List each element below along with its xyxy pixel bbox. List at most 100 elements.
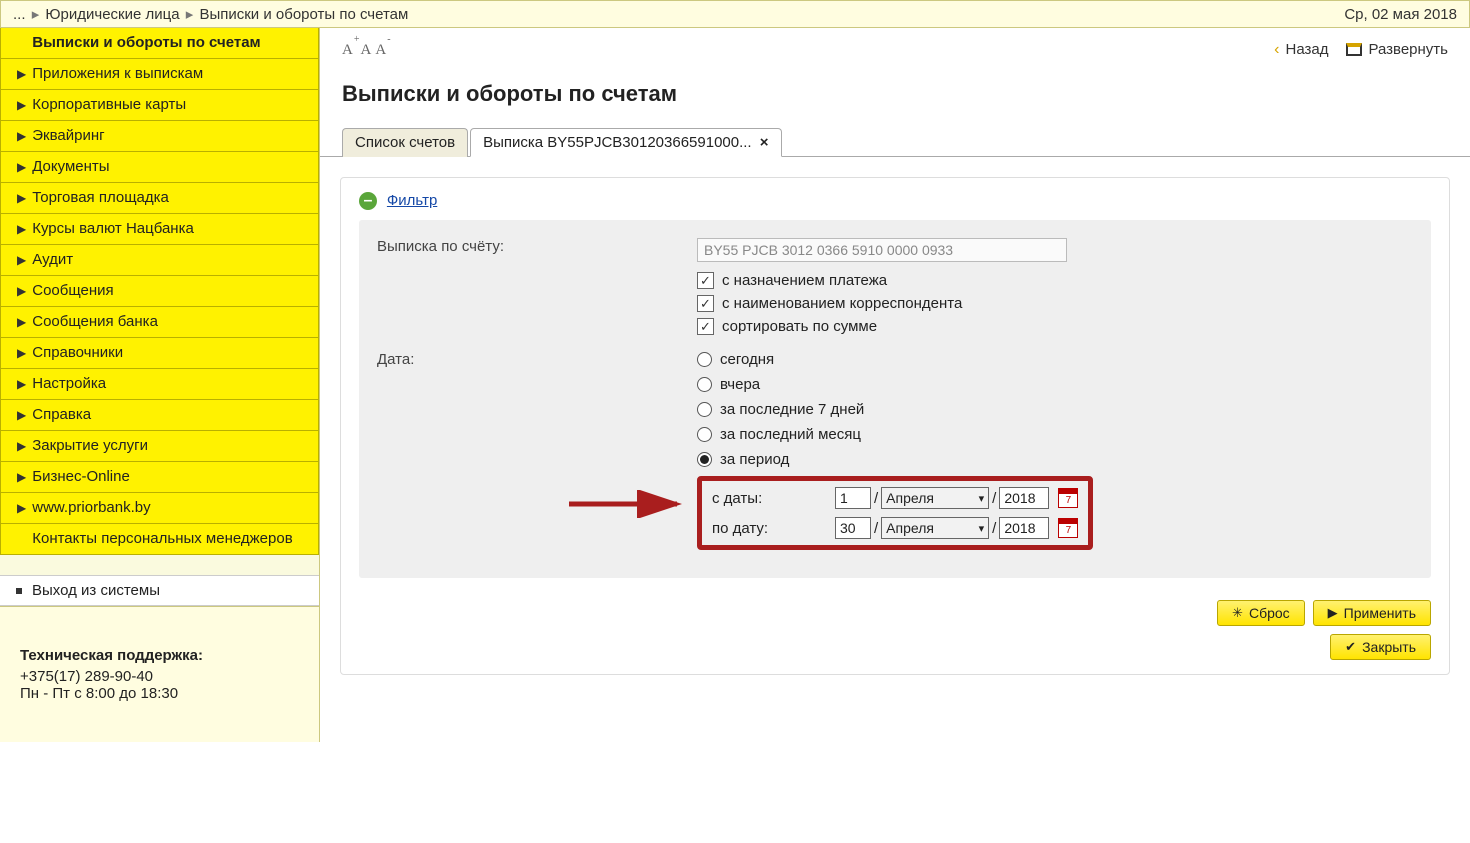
sidebar-item-label: Справка	[32, 406, 91, 423]
to-month-select[interactable]: Апреля ▾	[881, 517, 989, 539]
close-button[interactable]: ✔ Закрыть	[1330, 634, 1431, 660]
breadcrumb-path: ... ▸ Юридические лица ▸ Выписки и оборо…	[13, 5, 408, 23]
chevron-down-icon: ▾	[979, 492, 985, 505]
sidebar-logout-label: Выход из системы	[32, 582, 160, 599]
apply-button[interactable]: ▶ Применить	[1313, 600, 1431, 626]
tab-statement-detail[interactable]: Выписка BY55PJCB30120366591000... ×	[470, 128, 781, 157]
from-day-input[interactable]: 1	[835, 487, 871, 509]
date-label: Дата:	[377, 351, 697, 550]
breadcrumb-item[interactable]: Выписки и обороты по счетам	[199, 6, 408, 23]
checkbox-label: с назначением платежа	[722, 272, 887, 289]
checkbox-icon: ✓	[697, 318, 714, 335]
expand-button[interactable]: Развернуть	[1346, 41, 1448, 58]
collapse-icon[interactable]: –	[359, 192, 377, 210]
support-hours: Пн - Пт с 8:00 до 18:30	[20, 685, 299, 702]
sidebar-item-6[interactable]: ▶Курсы валют Нацбанка	[1, 214, 318, 245]
sidebar-item-1[interactable]: ▶Приложения к выпискам	[1, 59, 318, 90]
main: A+A A- ‹ Назад Развернуть Выписки и обор…	[320, 28, 1470, 742]
sidebar-item-9[interactable]: ▶Сообщения банка	[1, 307, 318, 338]
tab-accounts-list[interactable]: Список счетов	[342, 128, 468, 157]
radio-last-7-days[interactable]: за последние 7 дней	[697, 401, 1413, 418]
radio-period[interactable]: за период	[697, 451, 1413, 468]
radio-icon	[697, 352, 712, 367]
chevron-right-icon: ▶	[17, 282, 26, 300]
filter-toggle[interactable]: Фильтр	[387, 192, 437, 209]
to-month-value: Апреля	[886, 520, 934, 536]
chevron-right-icon: ▶	[17, 220, 26, 238]
sidebar-item-label: Контакты персональных менеджеров	[32, 530, 292, 547]
breadcrumb: ... ▸ Юридические лица ▸ Выписки и оборо…	[0, 0, 1470, 28]
chevron-right-icon: ▸	[186, 6, 194, 23]
from-year-input[interactable]: 2018	[999, 487, 1049, 509]
sidebar-item-label: www.priorbank.by	[32, 499, 150, 516]
sidebar-item-15[interactable]: ▶ www.priorbank.by	[1, 493, 318, 524]
to-day-input[interactable]: 30	[835, 517, 871, 539]
sidebar-item-label: Справочники	[32, 344, 123, 361]
sidebar-item-12[interactable]: ▶Справка	[1, 400, 318, 431]
sidebar-item-label: Выписки и обороты по счетам	[32, 34, 260, 51]
bullet-icon	[16, 588, 22, 594]
font-size-control[interactable]: A+A A-	[342, 40, 392, 59]
radio-icon	[697, 402, 712, 417]
sidebar-item-label: Бизнес-Online	[32, 468, 130, 485]
chevron-right-icon: ▶	[17, 65, 26, 83]
radio-icon	[697, 427, 712, 442]
chevron-right-icon: ▶	[17, 437, 26, 455]
sidebar-logout[interactable]: Выход из системы	[0, 576, 319, 605]
radio-today[interactable]: сегодня	[697, 351, 1413, 368]
chevron-right-icon: ▶	[17, 468, 26, 486]
from-month-select[interactable]: Апреля ▾	[881, 487, 989, 509]
calendar-icon[interactable]: 7	[1058, 488, 1078, 508]
breadcrumb-item[interactable]: Юридические лица	[45, 6, 179, 23]
tab-statement-label: Выписка BY55PJCB30120366591000...	[483, 134, 752, 151]
sidebar-item-2[interactable]: ▶Корпоративные карты	[1, 90, 318, 121]
to-year-input[interactable]: 2018	[999, 517, 1049, 539]
chevron-right-icon: ▶	[17, 499, 26, 517]
check-icon: ✔	[1345, 639, 1356, 655]
chevron-right-icon: ▶	[17, 158, 26, 176]
radio-icon	[697, 377, 712, 392]
sidebar-item-4[interactable]: ▶ Документы	[1, 152, 318, 183]
reset-label: Сброс	[1249, 605, 1290, 621]
sidebar-item-label: Эквайринг	[32, 127, 104, 144]
sidebar-item-label: Документы	[32, 158, 109, 175]
sidebar-item-label: Сообщения банка	[32, 313, 158, 330]
radio-label: вчера	[720, 376, 760, 393]
account-input[interactable]: BY55 PJCB 3012 0366 5910 0000 0933	[697, 238, 1067, 262]
checkbox-label: с наименованием корреспондента	[722, 295, 962, 312]
expand-label: Развернуть	[1368, 41, 1448, 58]
support-block: Техническая поддержка: +375(17) 289-90-4…	[0, 606, 319, 742]
tabs: Список счетов Выписка BY55PJCB3012036659…	[320, 127, 1470, 157]
sidebar-item-10[interactable]: ▶Справочники	[1, 338, 318, 369]
checkbox-sort-amount[interactable]: ✓ сортировать по сумме	[697, 318, 1413, 335]
sidebar-item-5[interactable]: ▶Торговая площадка	[1, 183, 318, 214]
chevron-right-icon: ▸	[32, 6, 40, 23]
radio-icon	[697, 452, 712, 467]
sidebar-item-3[interactable]: ▶Эквайринг	[1, 121, 318, 152]
from-month-value: Апреля	[886, 490, 934, 506]
play-icon: ▶	[1328, 605, 1338, 621]
sidebar-item-16[interactable]: ▶Контакты персональных менеджеров	[1, 524, 318, 554]
chevron-left-icon: ‹	[1274, 41, 1279, 59]
sidebar-item-7[interactable]: ▶Аудит	[1, 245, 318, 276]
sidebar-item-0[interactable]: ▶Выписки и обороты по счетам	[1, 28, 318, 59]
checkbox-purpose[interactable]: ✓ с назначением платежа	[697, 272, 1413, 289]
sidebar-item-11[interactable]: ▶Настройка	[1, 369, 318, 400]
sidebar-item-13[interactable]: ▶ Закрытие услуги	[1, 431, 318, 462]
sidebar-item-label: Закрытие услуги	[32, 437, 148, 454]
sidebar-item-14[interactable]: ▶ Бизнес-Online	[1, 462, 318, 493]
chevron-down-icon: ▾	[979, 522, 985, 535]
calendar-icon[interactable]: 7	[1058, 518, 1078, 538]
radio-last-month[interactable]: за последний месяц	[697, 426, 1413, 443]
close-icon[interactable]: ×	[760, 134, 769, 151]
reset-button[interactable]: ✳ Сброс	[1217, 600, 1305, 626]
sidebar-item-8[interactable]: ▶Сообщения	[1, 276, 318, 307]
radio-yesterday[interactable]: вчера	[697, 376, 1413, 393]
radio-label: за период	[720, 451, 789, 468]
apply-label: Применить	[1344, 605, 1416, 621]
checkbox-icon: ✓	[697, 272, 714, 289]
checkbox-counterparty[interactable]: ✓ с наименованием корреспондента	[697, 295, 1413, 312]
filter-panel: – Фильтр Выписка по счёту: BY55 PJCB 301…	[340, 177, 1450, 675]
period-highlight: с даты: 1 / Апреля ▾ / 2018 7	[697, 476, 1093, 550]
back-button[interactable]: ‹ Назад	[1274, 41, 1328, 59]
